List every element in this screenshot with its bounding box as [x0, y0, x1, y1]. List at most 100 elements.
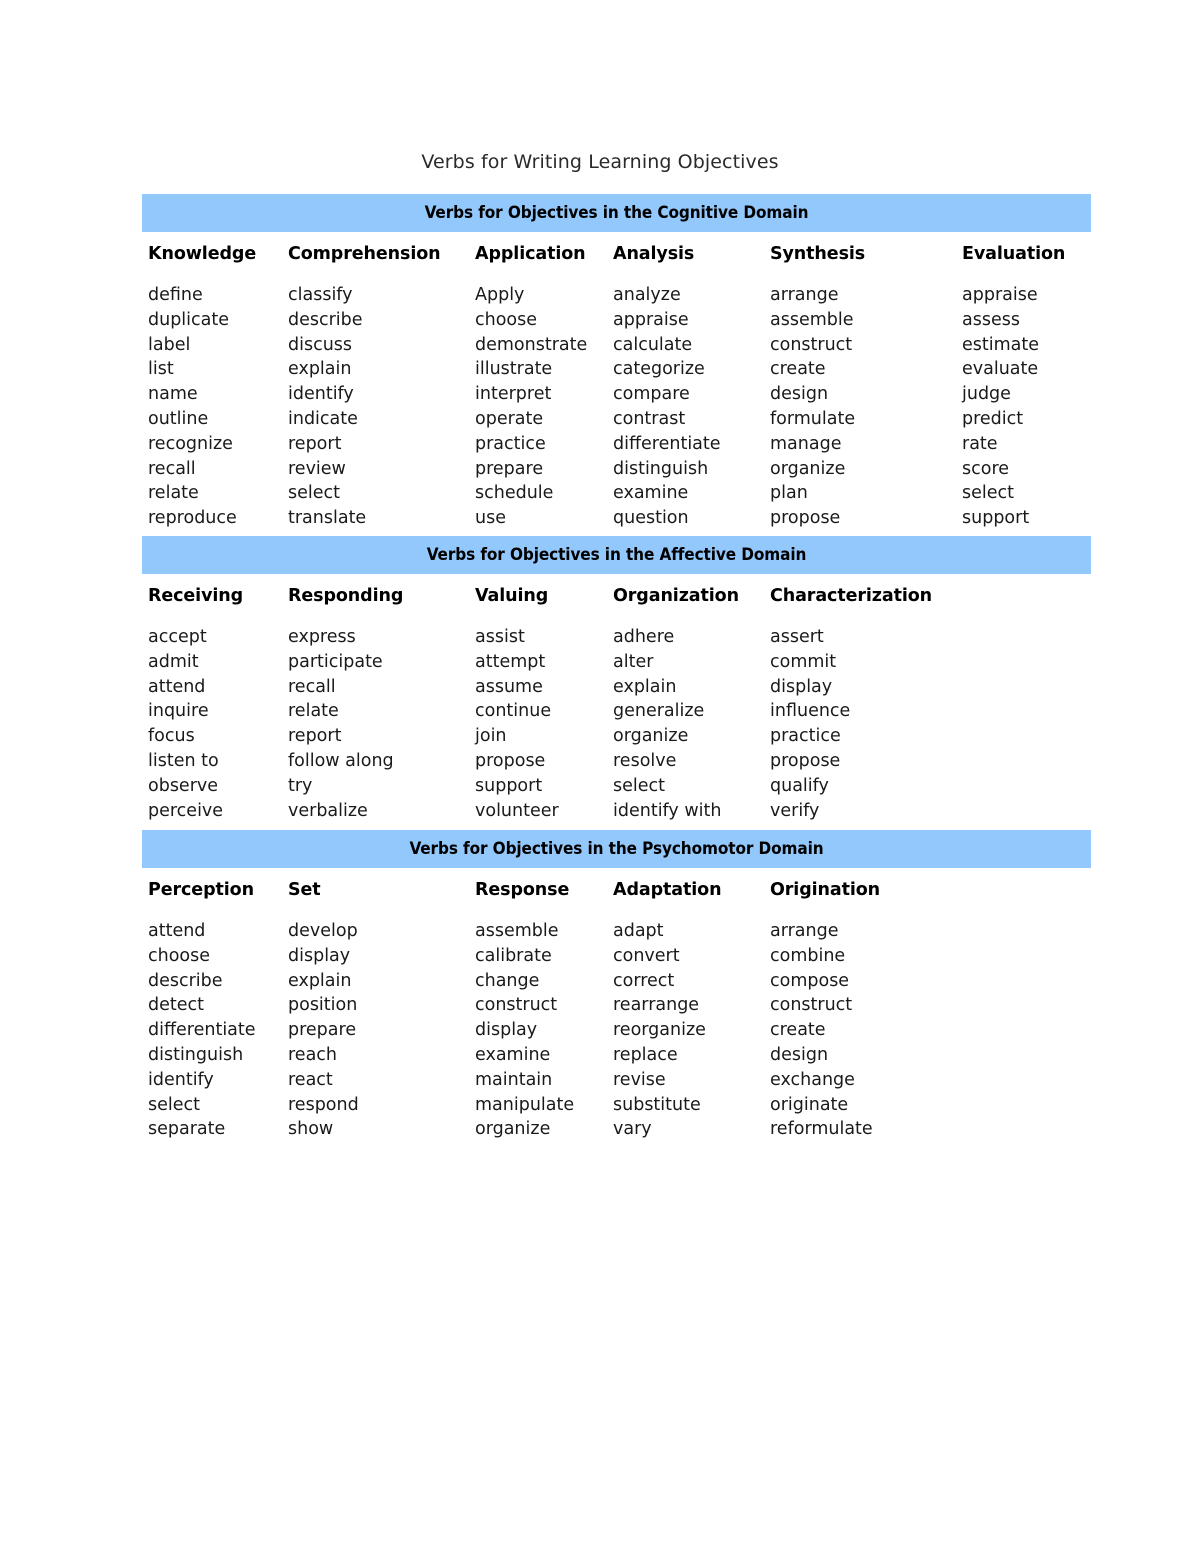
verb-item: assume: [475, 676, 543, 697]
verb-item: design: [770, 384, 829, 405]
column-header: Perception: [148, 880, 254, 900]
verb-item: schedule: [475, 483, 554, 504]
column-header: Evaluation: [962, 244, 1066, 264]
verb-item: prepare: [475, 458, 544, 479]
verb-item: appraise: [962, 285, 1038, 305]
verb-item: adhere: [613, 627, 675, 647]
verb-item: prepare: [288, 1020, 357, 1041]
verb-item: score: [962, 458, 1010, 479]
verb-item: participate: [288, 651, 383, 672]
verb-item: select: [288, 483, 340, 504]
verb-item: contrast: [613, 408, 686, 429]
cognitive-domain-band-title: Verbs for Objectives in the Cognitive Do…: [142, 194, 1091, 232]
column-header: Receiving: [148, 586, 244, 606]
verb-item: describe: [148, 970, 223, 991]
verb-item: discuss: [288, 334, 353, 355]
verb-item: explain: [288, 970, 352, 991]
verb-item: question: [613, 508, 689, 529]
verb-item: select: [148, 1094, 200, 1115]
page-title: Verbs for Writing Learning Objectives: [421, 151, 779, 173]
column-header: Comprehension: [288, 244, 441, 264]
verb-item: differentiate: [148, 1020, 256, 1041]
verb-item: practice: [475, 433, 546, 454]
affective-column-4: Characterization assert commit display influ…: [770, 585, 932, 823]
verb-item: assist: [475, 627, 525, 647]
verb-item: distinguish: [148, 1044, 244, 1065]
verb-item: substitute: [613, 1094, 701, 1115]
verb-item: translate: [288, 508, 367, 529]
verb-item: recognize: [148, 433, 233, 454]
verb-item: choose: [148, 945, 211, 966]
verb-list: express participate recall relate report foll…: [288, 625, 403, 823]
verb-item: explain: [613, 676, 677, 697]
verb-item: display: [770, 676, 833, 697]
column-header: Organization: [613, 586, 739, 606]
affective-column-1: Responding express participate recall relate…: [288, 585, 403, 823]
verb-item: adapt: [613, 921, 664, 941]
verb-item: observe: [148, 775, 219, 796]
verb-item: change: [475, 970, 540, 991]
column-header: Knowledge: [148, 244, 257, 264]
verb-item: originate: [770, 1094, 849, 1115]
affective-column-2: Valuing assist attempt assume continue join pr…: [475, 585, 559, 823]
verb-item: try: [288, 775, 313, 796]
verb-list: define duplicate label list name outline recog…: [148, 283, 256, 531]
verb-item: propose: [770, 750, 841, 771]
verb-item: calibrate: [475, 945, 552, 966]
verb-item: accept: [148, 627, 207, 647]
verb-item: join: [475, 726, 507, 747]
verb-item: create: [770, 1020, 826, 1041]
verb-item: outline: [148, 408, 209, 429]
verb-item: differentiate: [613, 433, 721, 454]
verb-item: separate: [148, 1119, 226, 1140]
cognitive-domain-columns: Knowledge define duplicate label list name out…: [142, 243, 1091, 533]
verb-list: Apply choose demonstrate illustrate interpre…: [475, 283, 587, 531]
verb-item: review: [288, 458, 346, 479]
verb-item: organize: [770, 458, 846, 479]
verb-item: react: [288, 1069, 333, 1090]
verb-item: attempt: [475, 651, 546, 672]
verb-item: assess: [962, 309, 1020, 330]
verb-item: inquire: [148, 701, 209, 722]
verb-item: maintain: [475, 1069, 553, 1090]
verb-item: recall: [288, 676, 336, 697]
verb-item: analyze: [613, 285, 681, 305]
verb-item: recall: [148, 458, 196, 479]
verb-item: listen to: [148, 750, 219, 771]
verb-item: replace: [613, 1044, 678, 1065]
verb-item: organize: [475, 1119, 551, 1140]
verb-item: plan: [770, 483, 808, 504]
verb-item: define: [148, 285, 203, 305]
verb-item: rearrange: [613, 995, 700, 1016]
verb-item: select: [962, 483, 1014, 504]
verb-item: convert: [613, 945, 680, 966]
verb-item: display: [288, 945, 351, 966]
verb-item: arrange: [770, 921, 839, 941]
column-header: Valuing: [475, 586, 549, 606]
verb-item: manipulate: [475, 1094, 575, 1115]
psychomotor-domain-band-title: Verbs for Objectives in the Psychomotor …: [142, 830, 1091, 868]
verb-item: vary: [613, 1119, 652, 1140]
verb-item: illustrate: [475, 359, 553, 380]
verb-item: explain: [288, 359, 352, 380]
verb-item: focus: [148, 726, 195, 747]
verb-item: report: [288, 433, 342, 454]
verb-item: propose: [770, 508, 841, 529]
verb-item: construct: [770, 995, 853, 1016]
verb-list: arrange combine compose construct create desi…: [770, 919, 880, 1142]
verb-item: propose: [475, 750, 546, 771]
cognitive-domain-table: Verbs for Objectives in the Cognitive Do…: [142, 194, 1091, 533]
verb-item: verbalize: [288, 800, 368, 821]
verb-item: identify: [288, 384, 354, 405]
cognitive-column-2: Application Apply choose demonstrate illustr…: [475, 243, 587, 531]
verb-item: list: [148, 359, 174, 380]
verb-item: express: [288, 627, 356, 647]
verb-item: support: [962, 508, 1030, 529]
verb-item: assert: [770, 627, 824, 647]
column-header: Set: [288, 880, 321, 900]
verb-item: operate: [475, 408, 544, 429]
cognitive-column-4: Synthesis arrange assemble construct create d…: [770, 243, 865, 531]
cognitive-column-0: Knowledge define duplicate label list name out…: [148, 243, 256, 531]
verb-item: arrange: [770, 285, 839, 305]
verb-item: respond: [288, 1094, 359, 1115]
